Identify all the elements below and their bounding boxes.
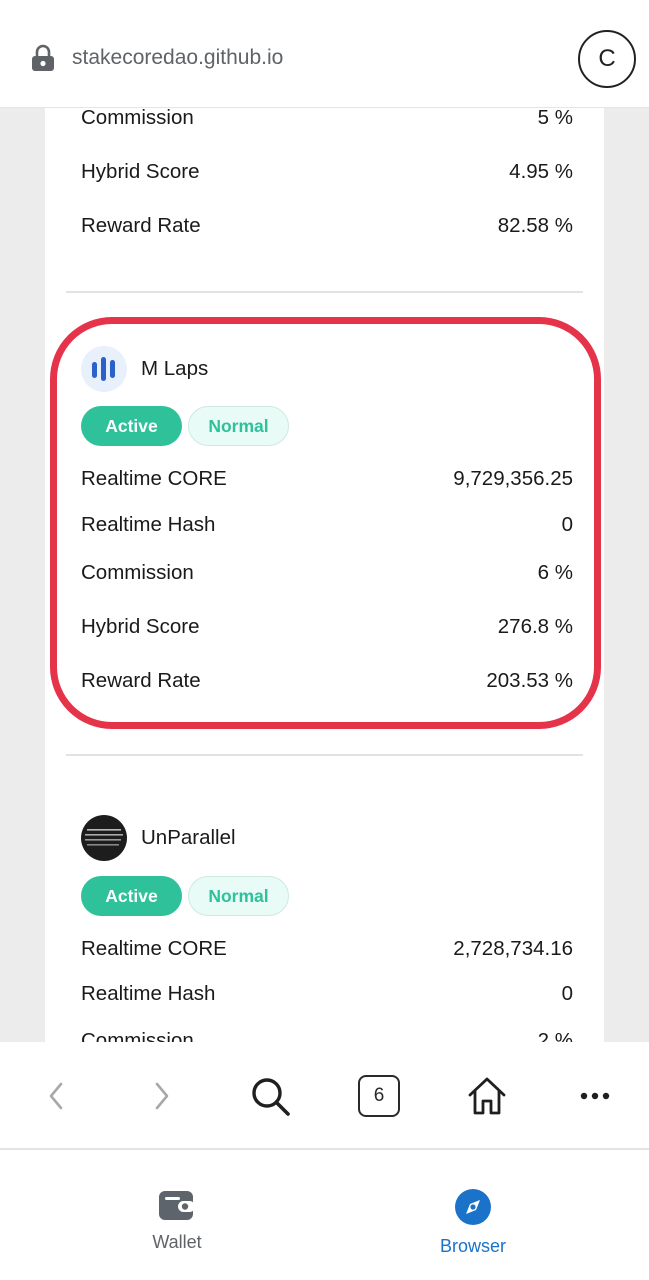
address-bar: stakecoredao.github.io C bbox=[0, 0, 649, 108]
unparallel-logo-icon bbox=[81, 815, 127, 861]
divider bbox=[66, 291, 583, 293]
realtime-hash-row: Realtime Hash 0 bbox=[81, 979, 573, 1009]
browser-toolbar: 6 bbox=[0, 1042, 649, 1150]
tabs-button[interactable]: 6 bbox=[356, 1072, 402, 1120]
more-options-button[interactable] bbox=[574, 1072, 616, 1120]
commission-value: 6 % bbox=[537, 561, 573, 584]
commission-row: Commission 6 % bbox=[81, 558, 573, 588]
home-icon bbox=[468, 1077, 506, 1115]
commission-label: Commission bbox=[81, 561, 194, 584]
compass-icon bbox=[455, 1189, 491, 1225]
url-text[interactable]: stakecoredao.github.io bbox=[72, 46, 283, 70]
hybrid-score-value: 4.95 % bbox=[509, 160, 573, 183]
realtime-hash-value: 0 bbox=[561, 513, 573, 536]
validator-header-unparallel[interactable]: UnParallel bbox=[81, 815, 236, 861]
more-horizontal-icon bbox=[580, 1092, 610, 1100]
nav-browser[interactable]: Browser bbox=[403, 1188, 543, 1257]
realtime-core-value: 9,729,356.25 bbox=[453, 467, 573, 490]
realtime-hash-label: Realtime Hash bbox=[81, 513, 216, 536]
commission-label: Commission bbox=[81, 108, 194, 129]
status-badge-active: Active bbox=[81, 406, 182, 446]
reward-rate-label: Reward Rate bbox=[81, 669, 201, 692]
realtime-core-value: 2,728,734.16 bbox=[453, 937, 573, 960]
chevron-right-icon bbox=[155, 1082, 169, 1110]
lock-icon bbox=[32, 44, 54, 71]
prev-commission-row: Commission 5 % bbox=[81, 108, 573, 133]
type-badge-normal: Normal bbox=[188, 876, 289, 916]
validator-badges: Active Normal bbox=[81, 876, 289, 916]
realtime-core-row: Realtime CORE 9,729,356.25 bbox=[81, 464, 573, 494]
forward-button[interactable] bbox=[142, 1072, 182, 1120]
tab-count: 6 bbox=[373, 1085, 385, 1106]
commission-value: 5 % bbox=[537, 108, 573, 129]
hybrid-score-value: 276.8 % bbox=[497, 615, 573, 638]
commission-label: Commission bbox=[81, 1029, 194, 1042]
validator-badges: Active Normal bbox=[81, 406, 289, 446]
reward-rate-row: Reward Rate 203.53 % bbox=[81, 666, 573, 696]
validator-name: UnParallel bbox=[141, 826, 236, 849]
realtime-core-row: Realtime CORE 2,728,734.16 bbox=[81, 934, 573, 964]
tab-count-badge: 6 bbox=[358, 1075, 400, 1117]
status-badge-active: Active bbox=[81, 876, 182, 916]
hybrid-score-row: Hybrid Score 276.8 % bbox=[81, 612, 573, 642]
home-button[interactable] bbox=[464, 1072, 510, 1120]
divider bbox=[66, 754, 583, 756]
nav-browser-label: Browser bbox=[439, 1236, 506, 1256]
type-badge-normal: Normal bbox=[188, 406, 289, 446]
page-viewport[interactable]: Commission 5 % Hybrid Score 4.95 % Rewar… bbox=[0, 108, 649, 1042]
account-avatar-button[interactable]: C bbox=[578, 30, 636, 88]
nav-wallet[interactable]: Wallet bbox=[107, 1188, 247, 1253]
chevron-left-icon bbox=[49, 1082, 63, 1110]
validator-name: M Laps bbox=[141, 357, 209, 380]
commission-value: 2 % bbox=[537, 1029, 573, 1042]
reward-rate-value: 82.58 % bbox=[497, 214, 573, 237]
hybrid-score-label: Hybrid Score bbox=[81, 160, 200, 183]
hybrid-score-label: Hybrid Score bbox=[81, 615, 200, 638]
validator-header-mlaps[interactable]: M Laps bbox=[81, 346, 208, 392]
reward-rate-value: 203.53 % bbox=[486, 669, 573, 692]
bottom-navigation: Wallet Browser bbox=[0, 1150, 649, 1280]
back-button[interactable] bbox=[36, 1072, 76, 1120]
realtime-core-label: Realtime CORE bbox=[81, 467, 227, 490]
wallet-icon bbox=[159, 1191, 195, 1220]
prev-hybrid-score-row: Hybrid Score 4.95 % bbox=[81, 157, 573, 187]
reward-rate-label: Reward Rate bbox=[81, 214, 201, 237]
search-icon bbox=[252, 1078, 290, 1116]
commission-row: Commission 2 % bbox=[81, 1026, 573, 1042]
realtime-hash-value: 0 bbox=[561, 982, 573, 1005]
mlaps-logo-icon bbox=[81, 346, 127, 392]
prev-reward-rate-row: Reward Rate 82.58 % bbox=[81, 211, 573, 241]
realtime-hash-label: Realtime Hash bbox=[81, 982, 216, 1005]
validator-list-card: Commission 5 % Hybrid Score 4.95 % Rewar… bbox=[45, 108, 604, 1042]
realtime-hash-row: Realtime Hash 0 bbox=[81, 510, 573, 540]
realtime-core-label: Realtime CORE bbox=[81, 937, 227, 960]
search-button[interactable] bbox=[246, 1072, 294, 1120]
nav-wallet-label: Wallet bbox=[152, 1232, 202, 1252]
